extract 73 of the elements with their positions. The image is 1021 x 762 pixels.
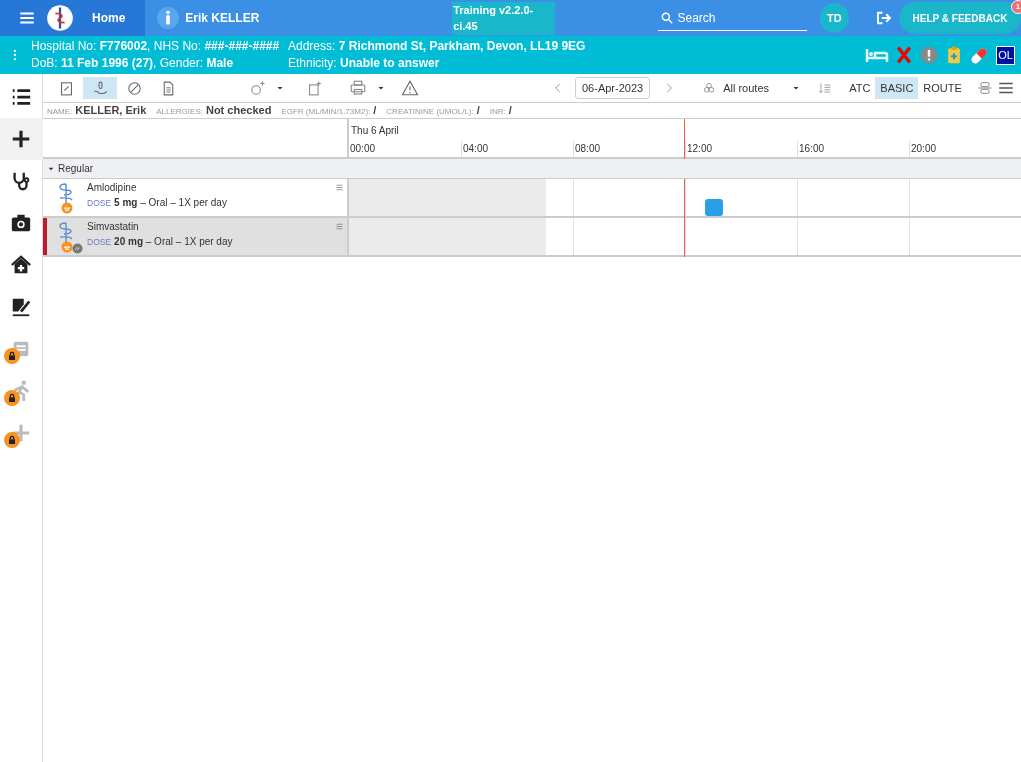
day-label: Thu 6 April [350, 124, 399, 138]
current-time-line [684, 119, 685, 159]
home-link[interactable]: Home [92, 9, 126, 27]
environment-label: Training v2.2.0-ci.45 [452, 1, 556, 35]
routes-label: All routes [723, 80, 769, 96]
address-text: Address: 7 Richmond St, Parkham, Devon, LL19 9EG [288, 38, 586, 55]
medication-row[interactable]: Simvastatin DOSE 20 mg – Oral – 1X per day [43, 218, 349, 255]
oral-badge-icon [61, 202, 73, 214]
field-value: / [508, 103, 512, 119]
warning-icon[interactable] [401, 79, 419, 97]
stethoscope-icon [10, 170, 32, 192]
field-label: ALLERGIES: [156, 106, 203, 119]
signature-icon [10, 296, 32, 318]
field-label: INR: [489, 106, 506, 119]
field-value: / [476, 103, 480, 119]
row-menu-icon[interactable] [335, 183, 344, 192]
view-toggle[interactable]: ATC [844, 77, 876, 99]
printer-icon[interactable] [349, 79, 367, 97]
medication-icon [57, 183, 75, 205]
dose-label: DOSE [87, 236, 112, 249]
time-tick: 04:00 [461, 141, 573, 157]
ol-badge: OL [996, 45, 1015, 65]
lock-icon [3, 432, 20, 448]
field-value: / [373, 103, 377, 119]
field-value: KELLER, Erik [75, 103, 147, 119]
house-icon [10, 254, 32, 276]
field-label: CREATININE (UMOL/L): [386, 106, 474, 119]
medication-icon [57, 222, 75, 244]
dose-label: DOSE [87, 197, 112, 210]
group-label: Regular [58, 162, 94, 176]
sidebar-item[interactable] [0, 118, 43, 160]
caduceus-logo-icon [46, 4, 74, 32]
row-menu-icon[interactable] [335, 222, 344, 231]
dose-text: 5 mg – Oral – 1X per day [114, 196, 227, 210]
lock-icon [3, 390, 20, 406]
add-document-icon[interactable] [306, 79, 323, 97]
search-field[interactable]: Search [677, 8, 798, 27]
group-header[interactable]: Regular [43, 159, 1021, 179]
view-toggle[interactable]: BASIC [875, 77, 919, 99]
time-tick: 20:00 [909, 141, 1021, 157]
person-icon [157, 7, 180, 29]
plus-icon [10, 128, 32, 150]
view-toggle[interactable]: ROUTE [918, 77, 967, 99]
striped-badge-icon [72, 243, 83, 254]
field-label: EGFR (ML/MIN/1.73M2): [281, 106, 371, 119]
date-field[interactable]: 06-Apr-2023 [575, 77, 651, 99]
list-icon [10, 86, 32, 108]
field-value: Not checked [205, 103, 272, 119]
field-label: NAME: [47, 106, 73, 119]
cross-icon [894, 45, 914, 65]
logout-icon[interactable] [874, 9, 893, 27]
dob-gender-text: DoB: 11 Feb 1996 (27), Gender: Male [31, 55, 235, 72]
lock-icon [3, 348, 20, 364]
time-tick: 00:00 [349, 142, 377, 156]
time-tick: 16:00 [797, 141, 909, 157]
search-icon [660, 10, 675, 25]
hospital-number-text: Hospital No: F776002, NHS No: ###-###-#### [31, 38, 281, 55]
routes-icon [702, 81, 717, 95]
pill-icon [125, 79, 143, 97]
medication-name: Amlodipine [87, 181, 138, 195]
routes-dropdown[interactable]: All routes [702, 79, 803, 97]
scheduled-dose-marker[interactable] [705, 199, 723, 216]
oral-badge-icon [61, 241, 73, 253]
hand-pill-tool-button[interactable] [83, 77, 117, 99]
plus-icon [10, 422, 32, 444]
medication-name: Simvastatin [87, 220, 140, 234]
hand-pill-icon [91, 79, 109, 97]
ethnicity-text: Ethnicity: Unable to answer [288, 55, 441, 72]
add-pill-icon[interactable] [249, 79, 266, 97]
notification-badge: 1 [1011, 0, 1021, 14]
camera-icon [10, 212, 32, 234]
alert-icon [919, 45, 939, 65]
dose-text: 20 mg – Oral – 1X per day [114, 235, 233, 249]
